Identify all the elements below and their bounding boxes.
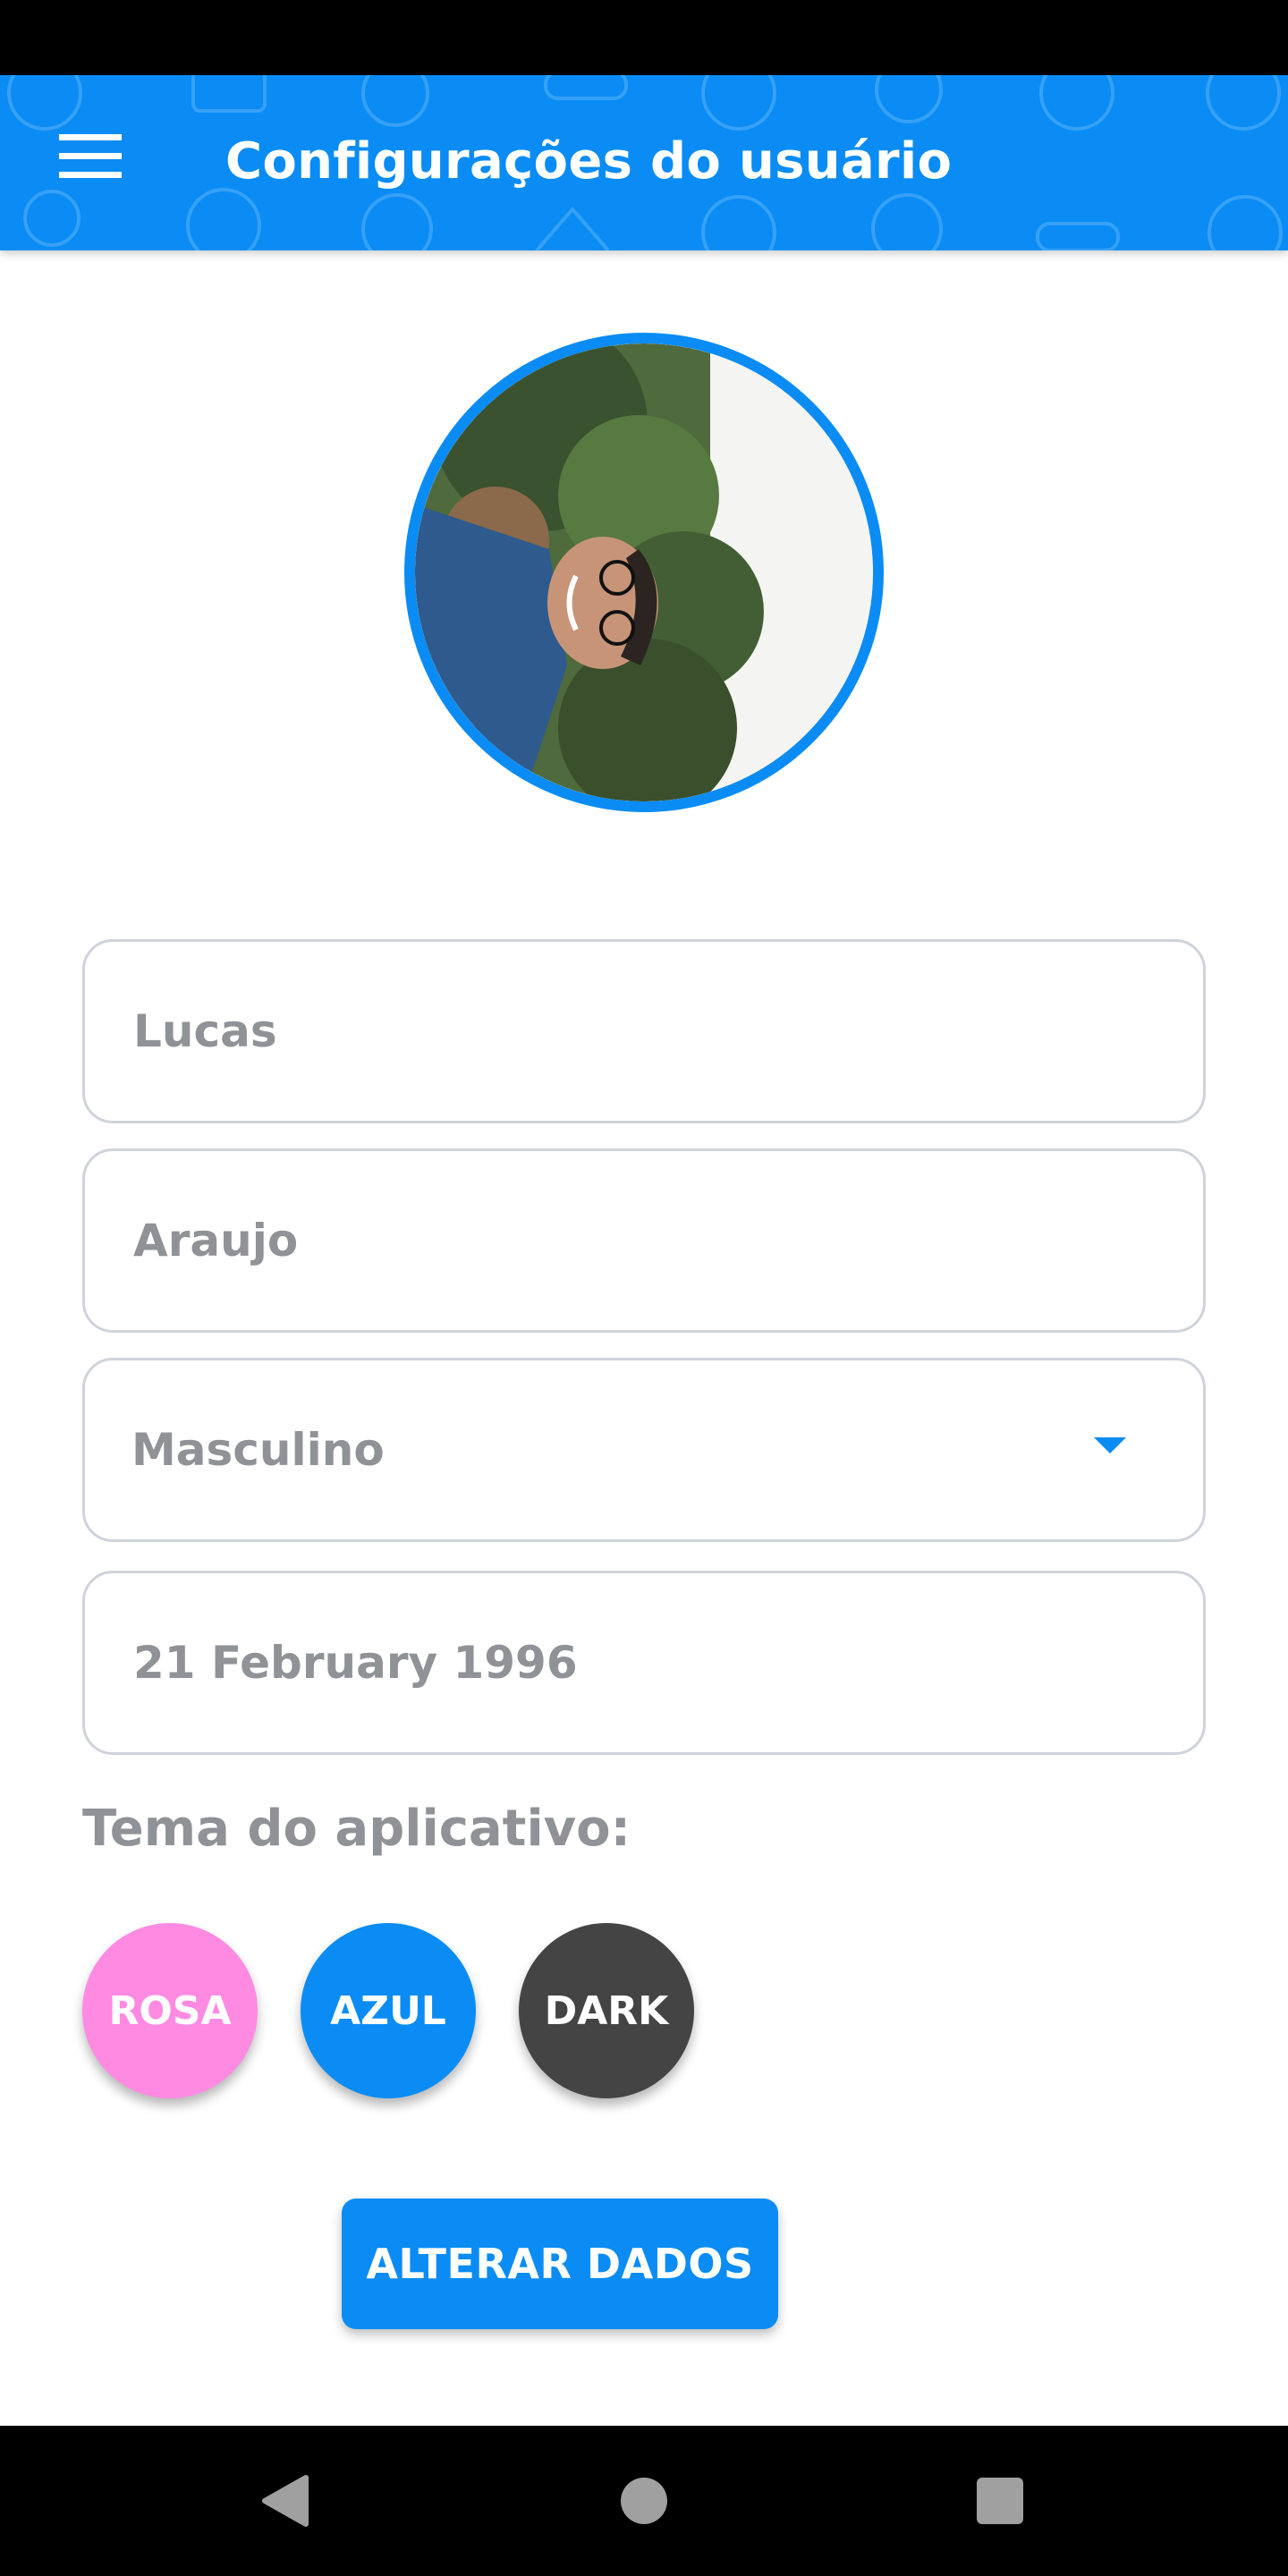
dropdown-arrow-icon[interactable] xyxy=(1094,1437,1126,1453)
avatar[interactable] xyxy=(404,333,884,812)
hamburger-menu-icon xyxy=(59,134,122,178)
nav-recents-button[interactable] xyxy=(964,2465,1036,2537)
system-navigation-bar xyxy=(0,2426,1288,2576)
home-circle-icon xyxy=(621,2478,667,2524)
gender-selected-value: Masculino xyxy=(131,1424,385,1476)
theme-rosa-button[interactable]: ROSA xyxy=(82,1923,258,2098)
theme-label: Tema do aplicativo: xyxy=(82,1800,631,1858)
nav-home-button[interactable] xyxy=(608,2465,680,2537)
last-name-field[interactable] xyxy=(82,1148,1206,1333)
birth-date-input[interactable] xyxy=(133,1573,1135,1752)
page-title: Configurações do usuário xyxy=(225,132,953,191)
first-name-field[interactable] xyxy=(82,939,1206,1123)
gender-select[interactable]: Masculino xyxy=(82,1358,1206,1542)
last-name-input[interactable] xyxy=(133,1151,1135,1330)
back-triangle-icon xyxy=(262,2475,309,2527)
theme-azul-button[interactable]: AZUL xyxy=(301,1923,476,2098)
status-bar xyxy=(0,0,1288,75)
app-bar: Configurações do usuário xyxy=(0,75,1288,250)
nav-back-button[interactable] xyxy=(249,2465,320,2537)
first-name-input[interactable] xyxy=(133,942,1135,1121)
profile-photo xyxy=(415,343,873,801)
theme-dark-button[interactable]: DARK xyxy=(519,1923,694,2098)
birth-date-field[interactable] xyxy=(82,1571,1206,1755)
recents-square-icon xyxy=(977,2478,1023,2524)
update-data-button[interactable]: ALTERAR DADOS xyxy=(342,2199,778,2329)
menu-button[interactable] xyxy=(59,123,140,190)
